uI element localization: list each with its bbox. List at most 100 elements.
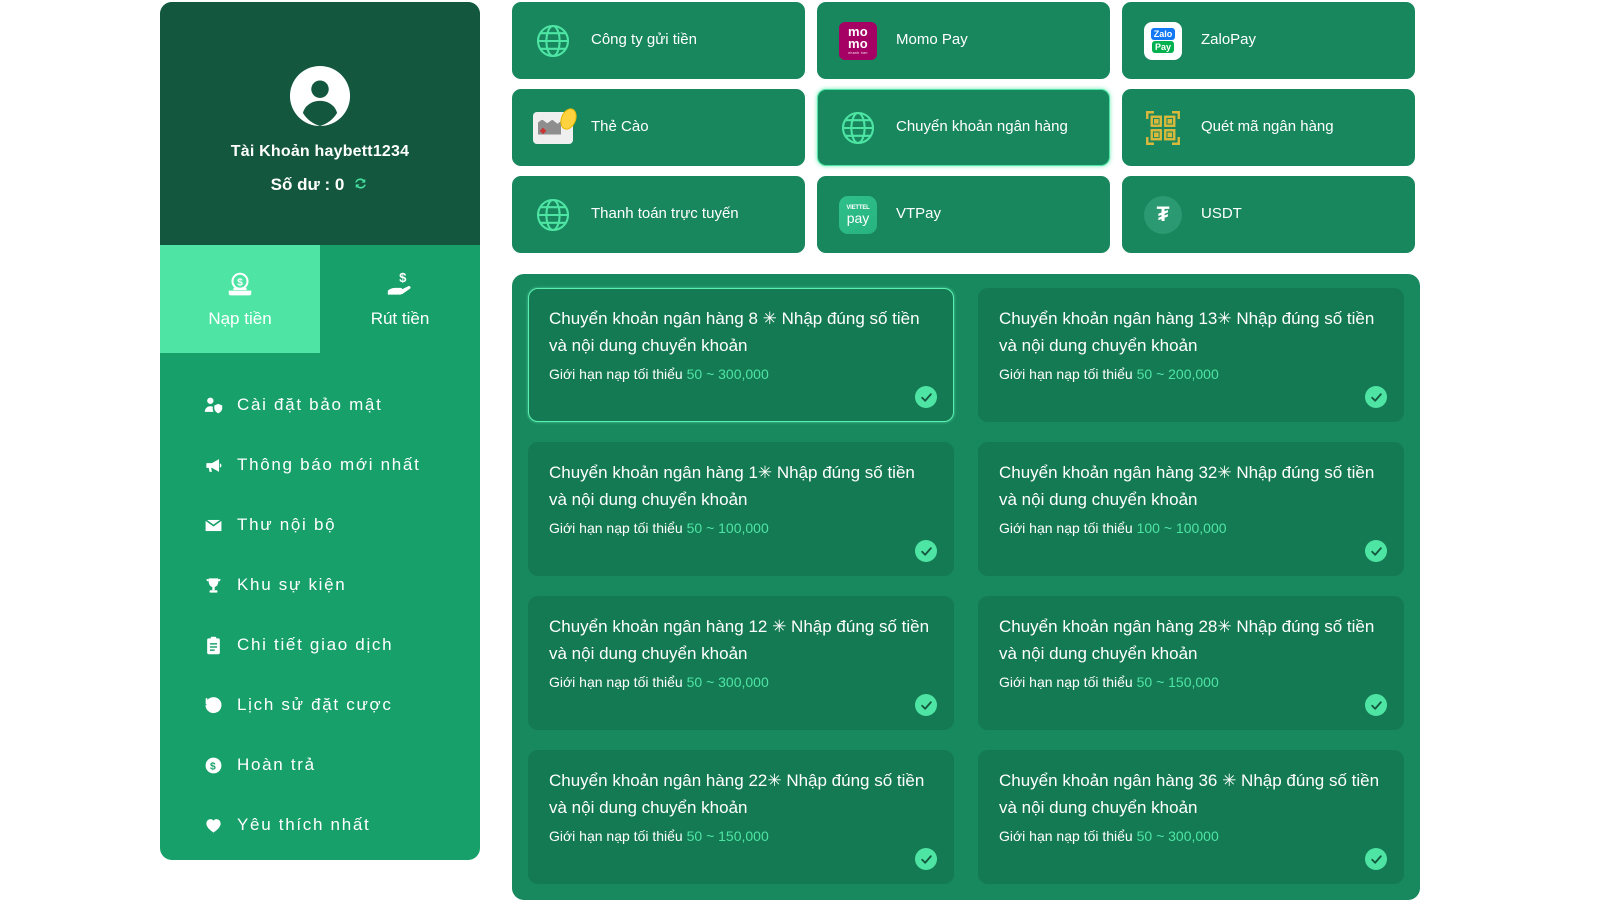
payment-method-cong-ty-gui-tien[interactable]: Công ty gửi tiền [512,2,805,79]
check-circle-icon [915,694,937,716]
sidebar-item-label: Chi tiết giao dịch [237,635,394,654]
bank-options-panel: Chuyển khoản ngân hàng 8 ✳ Nhập đúng số … [512,274,1420,900]
bank-option-limit-range: 50 ~ 300,000 [1136,827,1219,844]
sidebar-item-label: Khu sự kiện [237,575,347,594]
payment-method-thanh-toan-truc-tuyen[interactable]: Thanh toán trực tuyến [512,176,805,253]
bank-option-limit-range: 50 ~ 200,000 [1136,365,1219,382]
bank-option-title: Chuyển khoản ngân hàng 13✳ Nhập đúng số … [999,309,1375,355]
momo-logo-line2: mo [847,35,869,51]
bank-option-title: Chuyển khoản ngân hàng 36 ✳ Nhập đúng số… [999,771,1380,817]
check-circle-icon [915,386,937,408]
qr-code-icon [1143,108,1183,148]
sidebar-item-cai-dat-bao-mat[interactable]: Cài đặt bảo mật [160,375,480,435]
bank-option-limit-range: 50 ~ 150,000 [686,827,769,844]
heart-icon [200,816,226,835]
account-balance: Số dư : 0 [271,175,370,195]
dollar-circle-icon: $ [200,756,226,775]
bank-option-card[interactable]: Chuyển khoản ngân hàng 13✳ Nhập đúng số … [978,288,1404,422]
bank-option-card[interactable]: Chuyển khoản ngân hàng 1✳ Nhập đúng số t… [528,442,954,576]
bank-option-limit-label: Giới hạn nạp tối thiểu [549,519,683,536]
sidebar-item-chi-tiet-giao-dich[interactable]: Chi tiết giao dịch [160,615,480,675]
momo-logo-tagline: nhanh hơn [848,51,868,56]
sidebar-item-thu-noi-bo[interactable]: Thư nội bộ [160,495,480,555]
trophy-icon [200,576,226,595]
payment-method-label: Chuyển khoản ngân hàng [896,118,1068,136]
zalopay-logo-line1: Zalo [1150,28,1176,40]
sidebar-item-yeu-thich-nhat[interactable]: Yêu thích nhất [160,795,480,855]
account-profile-panel: Tài Khoản haybett1234 Số dư : 0 [160,2,480,245]
check-circle-icon [915,848,937,870]
bank-option-limit: Giới hạn nạp tối thiểu 50 ~ 150,000 [999,674,1383,690]
bank-option-limit-label: Giới hạn nạp tối thiểu [999,673,1133,690]
sidebar-item-khu-su-kien[interactable]: Khu sự kiện [160,555,480,615]
payment-method-the-cao[interactable]: ◈ Thẻ Cào [512,89,805,166]
payment-method-quet-ma-ngan-hang[interactable]: Quét mã ngân hàng [1122,89,1415,166]
momo-logo: mo mo nhanh hơn [838,21,878,61]
tab-rut-tien[interactable]: $ Rút tiền [320,245,480,353]
payment-method-label: Quét mã ngân hàng [1201,118,1334,136]
bank-option-card[interactable]: Chuyển khoản ngân hàng 32✳ Nhập đúng số … [978,442,1404,576]
payment-method-label: USDT [1201,205,1242,223]
bank-option-limit-range: 100 ~ 100,000 [1136,519,1227,536]
sidebar-item-thong-bao-moi-nhat[interactable]: Thông báo mới nhất [160,435,480,495]
payment-method-momo-pay[interactable]: mo mo nhanh hơn Momo Pay [817,2,1110,79]
payment-method-usdt[interactable]: ₮ USDT [1122,176,1415,253]
bank-option-card[interactable]: Chuyển khoản ngân hàng 22✳ Nhập đúng số … [528,750,954,884]
user-circle-icon [289,65,351,127]
tab-nap-tien[interactable]: $ Nạp tiền [160,245,320,353]
bank-option-limit-label: Giới hạn nạp tối thiểu [999,519,1133,536]
sidebar-item-label: Lịch sử đặt cược [237,695,393,714]
balance-label: Số dư : 0 [270,174,345,194]
bank-option-limit: Giới hạn nạp tối thiểu 50 ~ 300,000 [999,828,1383,844]
account-name: Tài Khoản haybett1234 [230,142,410,160]
bank-option-card[interactable]: Chuyển khoản ngân hàng 12 ✳ Nhập đúng số… [528,596,954,730]
check-circle-icon [1365,540,1387,562]
payment-method-label: Công ty gửi tiền [591,31,697,49]
payment-method-vtpay[interactable]: VIETTEL pay VTPay [817,176,1110,253]
envelope-icon [200,516,226,535]
bank-option-limit-label: Giới hạn nạp tối thiểu [999,827,1133,844]
sidebar-item-lich-su-dat-cuoc[interactable]: Lịch sử đặt cược [160,675,480,735]
tab-nap-tien-label: Nạp tiền [208,308,272,328]
zalopay-logo: Zalo Pay [1143,21,1183,61]
clipboard-icon [200,636,226,655]
zalopay-logo-line2: Pay [1151,41,1174,53]
sidebar-menu: Cài đặt bảo mật Thông báo mới nhất Thư n… [160,353,480,860]
sidebar-item-hoan-tra[interactable]: $ Hoàn trả [160,735,480,795]
globe-icon [533,195,573,235]
svg-text:$: $ [399,270,407,285]
bank-option-title: Chuyển khoản ngân hàng 22✳ Nhập đúng số … [549,771,925,817]
scratch-card-icon: ◈ [533,105,580,148]
deposit-page: Tài Khoản haybett1234 Số dư : 0 $ Nạp ti… [0,0,1600,900]
payment-method-grid: Công ty gửi tiền mo mo nhanh hơn Momo Pa… [512,2,1420,253]
bank-option-limit: Giới hạn nạp tối thiểu 50 ~ 150,000 [549,828,933,844]
payment-method-label: Thẻ Cào [591,118,649,136]
megaphone-icon [200,456,226,475]
history-clock-icon [200,696,226,715]
check-circle-icon [1365,848,1387,870]
bank-option-limit: Giới hạn nạp tối thiểu 50 ~ 300,000 [549,674,933,690]
payment-method-zalopay[interactable]: Zalo Pay ZaloPay [1122,2,1415,79]
refresh-icon[interactable] [352,175,369,195]
deposit-money-icon: $ [225,270,255,300]
usdt-logo: ₮ [1143,195,1183,235]
bank-option-title: Chuyển khoản ngân hàng 12 ✳ Nhập đúng số… [549,617,930,663]
withdraw-money-icon: $ [385,270,415,300]
check-circle-icon [1365,386,1387,408]
payment-method-label: Thanh toán trực tuyến [591,205,739,223]
bank-option-card[interactable]: Chuyển khoản ngân hàng 28✳ Nhập đúng số … [978,596,1404,730]
bank-option-limit: Giới hạn nạp tối thiểu 100 ~ 100,000 [999,520,1383,536]
bank-option-card[interactable]: Chuyển khoản ngân hàng 8 ✳ Nhập đúng số … [528,288,954,422]
bank-option-card[interactable]: Chuyển khoản ngân hàng 36 ✳ Nhập đúng số… [978,750,1404,884]
payment-method-label: VTPay [896,205,942,223]
bank-options-grid: Chuyển khoản ngân hàng 8 ✳ Nhập đúng số … [528,288,1404,884]
svg-text:$: $ [237,277,243,288]
bank-option-limit-label: Giới hạn nạp tối thiểu [999,365,1133,382]
sidebar-item-label: Cài đặt bảo mật [237,395,383,414]
sidebar-item-label: Thông báo mới nhất [237,455,421,474]
bank-option-limit: Giới hạn nạp tối thiểu 50 ~ 300,000 [549,366,933,382]
payment-method-chuyen-khoan-ngan-hang[interactable]: Chuyển khoản ngân hàng [817,89,1110,166]
sidebar-item-label: Hoàn trả [237,755,316,774]
globe-icon [838,108,878,148]
bank-option-limit: Giới hạn nạp tối thiểu 50 ~ 100,000 [549,520,933,536]
